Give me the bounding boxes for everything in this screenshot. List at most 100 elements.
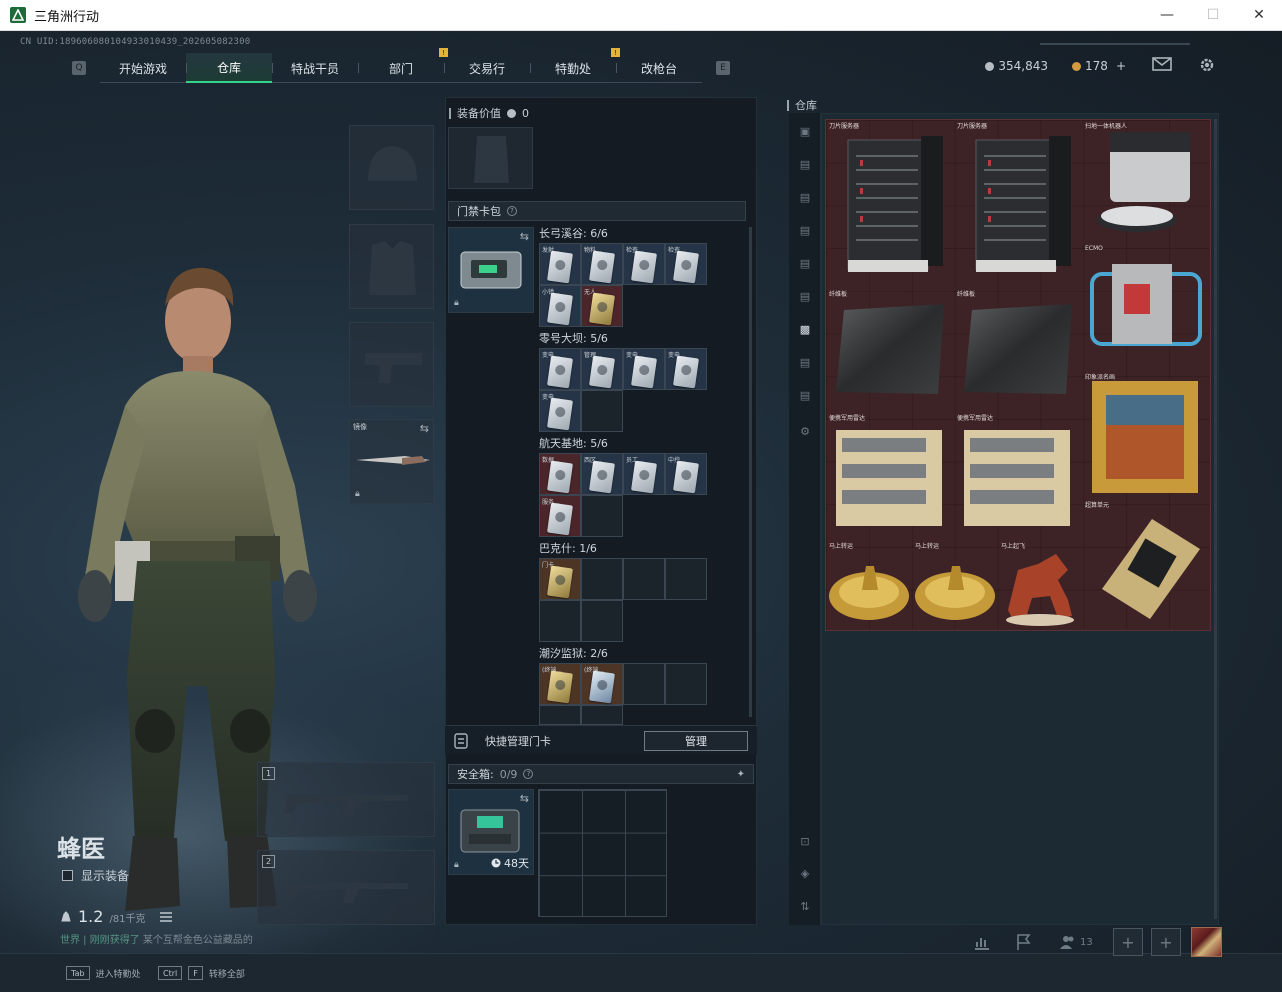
keycard-cell[interactable]: 变电... [665, 348, 707, 390]
warehouse-item[interactable]: 纤维板 [954, 288, 1082, 412]
keycard-cell[interactable]: 服务... [539, 495, 581, 537]
empty-keycard-cell[interactable] [539, 705, 581, 725]
keycard-cell[interactable]: 物料... [581, 243, 623, 285]
empty-keycard-cell[interactable] [623, 663, 665, 705]
maximize-button[interactable]: ☐ [1190, 0, 1236, 31]
keycard-cell[interactable]: 无人... [581, 285, 623, 327]
keycard-cell[interactable]: 数据... [539, 453, 581, 495]
keybag-scrollbar[interactable] [749, 227, 752, 717]
warehouse-tab-icon[interactable]: ▤ [796, 255, 814, 271]
warehouse-item[interactable]: 马上起飞 [998, 540, 1082, 628]
minimize-button[interactable]: — [1144, 0, 1190, 31]
empty-keycard-cell[interactable] [581, 558, 623, 600]
keycard-cell[interactable]: (终端... [581, 663, 623, 705]
help-icon[interactable]: ? [507, 206, 517, 216]
help-icon[interactable]: ? [523, 769, 534, 779]
tab-market[interactable]: 交易行 [444, 53, 530, 83]
tab-warehouse[interactable]: 仓库 [186, 53, 272, 83]
warehouse-item[interactable]: 马上转运 [826, 540, 912, 628]
gold-currency[interactable]: 178 + [1072, 59, 1126, 73]
keycard-cell[interactable]: 门卡... [539, 558, 581, 600]
add-teammate-button[interactable]: + [1151, 928, 1181, 956]
sort-icon[interactable]: ⇅ [796, 898, 814, 914]
primary-weapon-slot-1[interactable]: 1 [257, 762, 435, 837]
empty-keycard-cell[interactable] [665, 558, 707, 600]
keycard-cell[interactable]: 变电... [623, 348, 665, 390]
tab-start-game[interactable]: 开始游戏 [100, 53, 186, 83]
armor-slot[interactable] [349, 224, 434, 309]
keycard-cell[interactable]: (终端... [539, 663, 581, 705]
warehouse-item[interactable]: 马上转运 [912, 540, 998, 628]
warehouse-settings-gear-icon[interactable]: ⚙ [796, 423, 814, 439]
settings-gear-icon[interactable] [1197, 55, 1217, 75]
warehouse-item[interactable]: 扫地一体机器人 [1082, 120, 1210, 244]
manage-button[interactable]: 管理 [644, 730, 748, 751]
warehouse-item[interactable]: 刀片服务器 [954, 120, 1082, 288]
warehouse-tab-icon[interactable]: ▩ [796, 321, 814, 337]
warehouse-tab-icon[interactable]: ▤ [796, 387, 814, 403]
backpack-slot[interactable] [448, 127, 533, 189]
helmet-slot[interactable] [349, 125, 434, 210]
add-teammate-button[interactable]: + [1113, 928, 1143, 956]
hint-transfer-all[interactable]: Ctrl F 转移全部 [158, 966, 245, 980]
hint-enter-special-ops[interactable]: Tab 进入特勤处 [66, 966, 141, 980]
keycard-cell[interactable]: 发射... [539, 243, 581, 285]
warehouse-item[interactable]: 便携军用雷达 [954, 412, 1082, 540]
keycard-cell[interactable]: 管理... [581, 348, 623, 390]
tab-operators[interactable]: 特战干员 [272, 53, 358, 83]
melee-slot[interactable]: 镜像 ⇆ 🔒︎ [349, 419, 434, 504]
keycard-cell[interactable]: 西区... [581, 453, 623, 495]
keycard-cell[interactable]: 检查... [623, 243, 665, 285]
warehouse-item[interactable]: 印象派名画 [1082, 371, 1210, 499]
gold-add-button[interactable]: + [1116, 59, 1126, 73]
empty-keycard-cell[interactable] [581, 600, 623, 642]
keycard-cell[interactable]: 变电... [539, 348, 581, 390]
mail-icon[interactable] [1152, 55, 1172, 73]
close-button[interactable]: ✕ [1236, 0, 1282, 31]
stats-chart-icon[interactable] [973, 933, 991, 951]
show-equipment-checkbox[interactable] [62, 870, 73, 881]
warehouse-tab-icon[interactable]: ▤ [796, 288, 814, 304]
safe-box-grid[interactable] [538, 789, 667, 917]
keycard-cell[interactable]: 检查... [665, 243, 707, 285]
warehouse-item[interactable]: 纤维板 [826, 288, 954, 412]
keycard-cell[interactable]: 员工... [623, 453, 665, 495]
pistol-slot[interactable] [349, 322, 434, 407]
warehouse-expand-icon[interactable]: ⊡ [796, 833, 814, 849]
layers-icon[interactable]: ◈ [796, 865, 814, 881]
tab-gunsmith[interactable]: 改枪台 [616, 53, 702, 83]
keycard-cell[interactable]: 变电... [539, 390, 581, 432]
nav-next-key[interactable]: E [716, 61, 730, 75]
swap-icon[interactable]: ⇆ [520, 230, 529, 243]
nav-prev-key[interactable]: Q [72, 61, 86, 75]
safe-box-container[interactable]: ⇆ 🔒︎ 48天 [448, 789, 534, 875]
pin-icon[interactable]: ✦ [737, 769, 745, 780]
empty-keycard-cell[interactable] [581, 390, 623, 432]
empty-keycard-cell[interactable] [581, 495, 623, 537]
empty-keycard-cell[interactable] [581, 705, 623, 725]
tab-special-ops[interactable]: 特勤处! [530, 48, 620, 83]
warehouse-item[interactable]: 超算单元 [1082, 499, 1210, 627]
player-avatar[interactable] [1191, 927, 1222, 957]
warehouse-item[interactable]: 刀片服务器 [826, 120, 954, 288]
empty-keycard-cell[interactable] [539, 600, 581, 642]
warehouse-item[interactable]: 便携军用雷达 [826, 412, 954, 540]
swap-icon[interactable]: ⇆ [420, 422, 429, 435]
warehouse-tab-icon[interactable]: ▤ [796, 222, 814, 238]
show-equipment-toggle[interactable]: 显示装备 [62, 867, 129, 884]
primary-weapon-slot-2[interactable]: 2 [257, 850, 435, 925]
keycard-cell[interactable]: 小镇... [539, 285, 581, 327]
list-icon[interactable] [159, 912, 172, 922]
keycard-bag-container[interactable]: ⇆ 🔒︎ [448, 227, 534, 313]
warehouse-tab-icon[interactable]: ▣ [796, 123, 814, 139]
tab-department[interactable]: 部门! [358, 48, 448, 83]
warehouse-scrollbar[interactable] [1214, 119, 1217, 919]
flag-icon[interactable] [1015, 933, 1033, 951]
warehouse-item[interactable]: ECMO [1082, 244, 1210, 370]
empty-keycard-cell[interactable] [665, 663, 707, 705]
friends-indicator[interactable]: 13 [1060, 935, 1093, 949]
keycard-cell[interactable]: 中控... [665, 453, 707, 495]
warehouse-tab-icon[interactable]: ▤ [796, 189, 814, 205]
warehouse-tab-icon[interactable]: ▤ [796, 354, 814, 370]
warehouse-tab-icon[interactable]: ▤ [796, 156, 814, 172]
